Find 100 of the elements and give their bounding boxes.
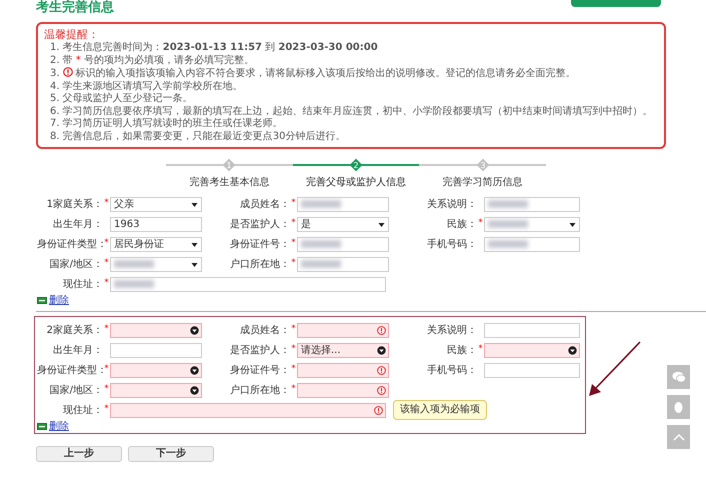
required-mark: * xyxy=(291,384,296,394)
input-field[interactable] xyxy=(110,342,202,358)
required-mark: * xyxy=(104,198,109,208)
field-label: 关系说明： xyxy=(426,324,477,338)
notice-item: 6. 学习简历信息要依序填写，最新的填写在上边，起始、结束年月应连贯，初中、小学阶段都要填写（初中结束时间请填写到中招时）。 xyxy=(49,106,654,118)
step-button[interactable]: 下一步 xyxy=(128,446,214,462)
blurred-value xyxy=(301,200,341,208)
notice-item: 5. 父母或监护人至少登记一条。 xyxy=(49,93,194,106)
input-field[interactable] xyxy=(484,362,580,378)
error-icon xyxy=(377,326,386,334)
input-field[interactable] xyxy=(110,276,386,292)
blurred-value xyxy=(488,200,528,208)
required-mark: * xyxy=(104,278,109,288)
field-label: 民族： xyxy=(446,344,477,358)
input-field[interactable] xyxy=(484,196,580,212)
required-mark: * xyxy=(291,238,296,248)
error-dropdown-icon xyxy=(190,366,199,374)
field-label: 国家/地区： xyxy=(48,384,103,398)
field-label: 出生年月： xyxy=(52,218,103,232)
notice-item: 4. 学生来源地区请填写入学前学校所在地。 xyxy=(49,80,244,92)
input-field[interactable] xyxy=(297,322,389,338)
minus-icon xyxy=(37,297,47,304)
chat-bubbles-icon xyxy=(672,371,686,383)
error-icon xyxy=(62,67,73,77)
select-field[interactable]: 是 xyxy=(297,216,389,232)
select-field[interactable] xyxy=(110,362,202,378)
input-field[interactable] xyxy=(297,256,389,272)
required-mark: * xyxy=(104,324,109,334)
field-label: 国家/地区： xyxy=(48,258,103,272)
delete-link[interactable]: 删除 xyxy=(37,294,585,307)
error-dropdown-icon xyxy=(568,346,577,354)
chat-button[interactable] xyxy=(667,365,690,389)
input-field[interactable] xyxy=(297,362,389,378)
annotation-arrow xyxy=(586,340,642,398)
step-marker: 2 xyxy=(349,158,363,172)
input-field[interactable] xyxy=(297,236,389,252)
error-dropdown-icon xyxy=(190,386,199,394)
required-mark: * xyxy=(104,364,109,374)
field-label: 户口所在地： xyxy=(229,258,290,272)
required-mark: * xyxy=(478,218,483,228)
step-button[interactable]: 上一步 xyxy=(36,446,122,462)
field-label: 关系说明： xyxy=(426,198,477,212)
select-field[interactable] xyxy=(484,342,580,358)
blurred-value xyxy=(488,220,528,228)
select-field[interactable]: 请选择... xyxy=(297,342,389,358)
field-label: 是否监护人： xyxy=(229,218,290,232)
required-mark: * xyxy=(478,344,483,354)
required-mark: * xyxy=(104,384,109,394)
blurred-value xyxy=(488,240,528,248)
select-field[interactable] xyxy=(110,382,202,398)
scroll-up-button[interactable] xyxy=(667,425,690,449)
field-label: 身份证件类型： xyxy=(37,238,103,252)
error-icon xyxy=(377,366,386,374)
field-label: 成员姓名： xyxy=(239,198,290,212)
field-label: 手机号码： xyxy=(426,238,477,252)
input-field[interactable]: 1963 xyxy=(110,216,202,232)
input-field[interactable] xyxy=(484,236,580,252)
step-label: 完善考生基本信息 xyxy=(189,176,270,190)
notice-item: 3. 标识的输入项指该项输入内容不符合要求，请将鼠标移入该项后按给出的说明修改。登记的信息请务必全面完整。 xyxy=(49,67,577,80)
delete-link[interactable]: 删除 xyxy=(37,420,585,433)
required-mark: * xyxy=(104,404,109,414)
notice-item: 7. 学习简历证明人填写就读时的班主任或任课老师。 xyxy=(49,118,284,130)
blurred-value xyxy=(301,240,341,248)
field-label: 是否监护人： xyxy=(229,344,290,358)
field-label: 1家庭关系： xyxy=(46,198,103,212)
input-field[interactable] xyxy=(297,382,389,398)
select-field[interactable] xyxy=(110,322,202,338)
error-tooltip: 该输入项为必输项 xyxy=(393,400,487,420)
notice-item: 1. 考生信息完善时间为：2023-01-13 11:57 到 2023-03-30 00:00 xyxy=(49,42,379,54)
required-mark: * xyxy=(291,364,296,374)
field-label: 户口所在地： xyxy=(229,384,290,398)
oval-icon xyxy=(673,400,684,414)
field-label: 成员姓名： xyxy=(239,324,290,338)
side-button[interactable] xyxy=(667,395,690,419)
select-field[interactable] xyxy=(110,256,202,272)
minus-icon xyxy=(37,423,47,430)
field-label: 身份证件号： xyxy=(229,238,290,252)
field-label: 手机号码： xyxy=(426,364,477,378)
error-dropdown-icon xyxy=(190,326,199,334)
required-mark: * xyxy=(104,258,109,268)
input-field[interactable] xyxy=(484,322,580,338)
step-label: 完善父母或监护人信息 xyxy=(306,176,406,190)
input-field[interactable] xyxy=(297,196,389,212)
field-label: 民族： xyxy=(446,218,477,232)
blurred-value xyxy=(114,260,154,268)
select-field[interactable] xyxy=(484,216,580,232)
step-label: 完善学习简历信息 xyxy=(442,176,523,190)
select-field[interactable]: 居民身份证 xyxy=(110,236,202,252)
required-mark: * xyxy=(291,198,296,208)
required-mark: * xyxy=(291,218,296,228)
error-dropdown-icon xyxy=(377,346,386,354)
select-field[interactable]: 父亲 xyxy=(110,196,202,212)
error-icon xyxy=(377,386,386,394)
notice-item: 8. 完善信息后，如果需要变更，只能在最近变更点30分钟后进行。 xyxy=(49,130,346,143)
step-marker: 3 xyxy=(476,158,490,172)
field-label: 2家庭关系： xyxy=(46,324,103,338)
notice-title: 温馨提醒： xyxy=(44,28,100,42)
notice-item: 2. 带 * 号的项均为必填项，请务必填写完整。 xyxy=(49,54,256,67)
field-label: 身份证件类型： xyxy=(37,364,103,378)
field-label: 出生年月： xyxy=(52,344,103,358)
